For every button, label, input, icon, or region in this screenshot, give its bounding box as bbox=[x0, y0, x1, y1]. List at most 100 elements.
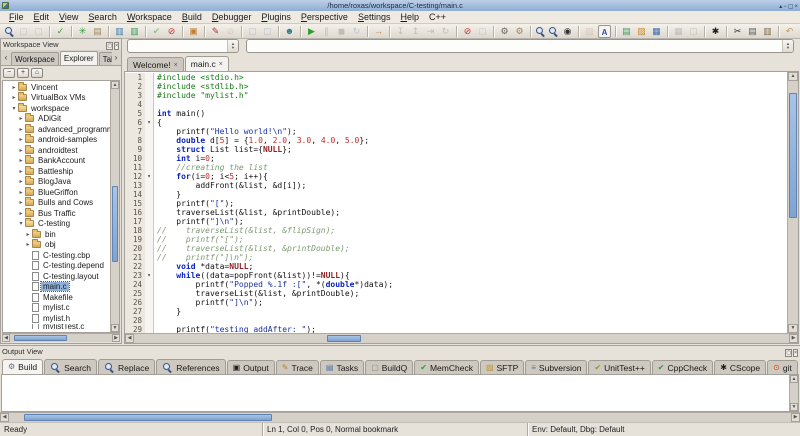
combo-stepper-icon[interactable]: ▲▼ bbox=[782, 40, 793, 52]
menu-workspace[interactable]: Workspace bbox=[122, 12, 177, 22]
output-horizontal-scrollbar[interactable]: ◀ ▶ bbox=[0, 412, 800, 422]
shade-button[interactable]: ▴ bbox=[779, 4, 782, 10]
debug-person-icon[interactable]: ☻ bbox=[283, 25, 296, 38]
tree-item-vincent[interactable]: ▸Vincent bbox=[3, 82, 110, 93]
tree-item-c-testing-layout[interactable]: C-testing.layout bbox=[3, 271, 110, 282]
tree-item-androidtest[interactable]: ▸androidtest bbox=[3, 145, 110, 156]
new-file-icon[interactable]: ▤ bbox=[620, 25, 633, 38]
expand-button[interactable]: + bbox=[17, 68, 29, 78]
output-tab-sftp[interactable]: ▨SFTP bbox=[480, 360, 524, 374]
stop-icon[interactable]: ⊘ bbox=[224, 25, 237, 38]
tool-gear2-icon[interactable]: ⚙ bbox=[513, 25, 526, 38]
debugging-windows-icon[interactable]: ▢ bbox=[476, 25, 489, 38]
step-out-icon[interactable]: ↥ bbox=[409, 25, 422, 38]
scroll-thumb[interactable] bbox=[327, 335, 361, 342]
close-button[interactable]: × bbox=[793, 349, 798, 357]
toolbar-combo-small[interactable]: ▲▼ bbox=[127, 39, 239, 53]
pause-icon[interactable]: ∥ bbox=[320, 25, 333, 38]
menu-edit[interactable]: Edit bbox=[29, 12, 55, 22]
copy-icon[interactable]: ▤ bbox=[746, 25, 759, 38]
float-button[interactable]: ▢ bbox=[106, 42, 113, 50]
output-tab-subversion[interactable]: ≡Subversion bbox=[525, 360, 587, 374]
scroll-thumb[interactable] bbox=[24, 414, 272, 421]
close-tab-icon[interactable]: × bbox=[174, 62, 178, 69]
thesaurus-icon[interactable]: ✳ bbox=[76, 25, 89, 38]
maximize-button[interactable]: ▢ bbox=[788, 4, 794, 10]
highlight-occurrences-icon[interactable]: ▢ bbox=[32, 25, 45, 38]
output-tab-replace[interactable]: Replace bbox=[98, 359, 155, 374]
scroll-thumb[interactable] bbox=[112, 186, 118, 261]
paste-icon[interactable]: ▥ bbox=[761, 25, 774, 38]
expander-right-icon[interactable]: ▸ bbox=[24, 231, 32, 238]
tree-item-adigit[interactable]: ▸ADiGit bbox=[3, 114, 110, 125]
close-button[interactable]: × bbox=[114, 42, 119, 50]
properties-icon[interactable]: ▥ bbox=[128, 25, 141, 38]
tree-item-c-testing-cbp[interactable]: C-testing.cbp bbox=[3, 250, 110, 261]
close-tab-icon[interactable]: × bbox=[219, 61, 223, 68]
menu-build[interactable]: Build bbox=[177, 12, 207, 22]
scroll-up-icon[interactable]: ▲ bbox=[790, 375, 798, 383]
menu-plugins[interactable]: Plugins bbox=[256, 12, 296, 22]
output-tab-buildq[interactable]: ▢BuildQ bbox=[365, 360, 413, 374]
expander-right-icon[interactable]: ▸ bbox=[17, 126, 25, 133]
close-all-icon[interactable]: ✱ bbox=[709, 25, 722, 38]
tree-item-bankaccount[interactable]: ▸BankAccount bbox=[3, 156, 110, 167]
tree-item-bin[interactable]: ▸bin bbox=[3, 229, 110, 240]
close-file-icon[interactable]: ▢ bbox=[687, 25, 700, 38]
expander-right-icon[interactable]: ▸ bbox=[17, 168, 25, 175]
expander-down-icon[interactable]: ▾ bbox=[17, 220, 25, 227]
open-file-icon[interactable]: ▨ bbox=[635, 25, 648, 38]
expander-right-icon[interactable]: ▸ bbox=[10, 84, 18, 91]
find-in-files-icon[interactable]: ◉ bbox=[561, 25, 574, 38]
output-tab-memcheck[interactable]: ✔MemCheck bbox=[414, 360, 479, 374]
menu-help[interactable]: Help bbox=[396, 12, 425, 22]
scroll-thumb[interactable] bbox=[789, 93, 797, 218]
tab-scroll-right-icon[interactable]: › bbox=[112, 51, 120, 65]
tree-item-workspace[interactable]: ▾workspace bbox=[3, 103, 110, 114]
expander-right-icon[interactable]: ▸ bbox=[17, 157, 25, 164]
menu-view[interactable]: View bbox=[54, 12, 83, 22]
tree-horizontal-scrollbar[interactable]: ◀ ▶ bbox=[2, 333, 120, 342]
stamp-icon[interactable]: ▤ bbox=[91, 25, 104, 38]
collapse-button[interactable]: − bbox=[3, 68, 15, 78]
menu-settings[interactable]: Settings bbox=[353, 12, 396, 22]
expander-right-icon[interactable]: ▸ bbox=[17, 147, 25, 154]
goto-file-icon[interactable]: ▨ bbox=[583, 25, 596, 38]
output-tab-trace[interactable]: ✎Trace bbox=[276, 360, 319, 374]
tree-item-mylist-h[interactable]: mylist.h bbox=[3, 313, 110, 324]
expander-right-icon[interactable]: ▸ bbox=[10, 94, 18, 101]
tree-item-bus-traffic[interactable]: ▸Bus Traffic bbox=[3, 208, 110, 219]
editor-horizontal-scrollbar[interactable]: ◀ ▶ bbox=[125, 333, 798, 343]
save-all-icon[interactable]: ▦ bbox=[672, 25, 685, 38]
tree-item-c-testing-depend[interactable]: C-testing.depend bbox=[3, 261, 110, 272]
step-instruction-icon[interactable]: ↻ bbox=[439, 25, 452, 38]
expander-down-icon[interactable]: ▾ bbox=[10, 105, 18, 112]
output-tab-unittest[interactable]: ✔UnitTest++ bbox=[588, 360, 650, 374]
output-vertical-scrollbar[interactable]: ▲ ▼ bbox=[789, 375, 798, 411]
run-to-cursor-icon[interactable]: ↻ bbox=[350, 25, 363, 38]
tree-item-advanced-programming[interactable]: ▸advanced_programming bbox=[3, 124, 110, 135]
output-tab-tasks[interactable]: ▤Tasks bbox=[320, 360, 364, 374]
find-replace-icon[interactable] bbox=[548, 26, 559, 37]
expander-right-icon[interactable]: ▸ bbox=[17, 136, 25, 143]
debug-window2-icon[interactable]: ▢ bbox=[261, 25, 274, 38]
expander-right-icon[interactable]: ▸ bbox=[17, 115, 25, 122]
tree-item-mylist-c[interactable]: mylist.c bbox=[3, 303, 110, 314]
scroll-left-icon[interactable]: ◀ bbox=[125, 334, 134, 343]
cut-icon[interactable]: ✂ bbox=[731, 25, 744, 38]
output-tab-cscope[interactable]: ✱CScope bbox=[714, 360, 766, 374]
find-icon[interactable] bbox=[535, 26, 546, 37]
fold-marker-icon[interactable]: ▾ bbox=[145, 271, 154, 280]
menu-debugger[interactable]: Debugger bbox=[207, 12, 257, 22]
scroll-up-icon[interactable]: ▲ bbox=[111, 81, 119, 89]
toolbar-combo-large[interactable]: ▲▼ bbox=[246, 39, 794, 53]
output-tab-git[interactable]: ⊙git bbox=[767, 360, 798, 374]
scroll-right-icon[interactable]: ▶ bbox=[112, 334, 120, 342]
next-line-icon[interactable]: → bbox=[372, 25, 385, 38]
save-icon[interactable]: ▦ bbox=[650, 25, 663, 38]
expander-right-icon[interactable]: ▸ bbox=[17, 189, 25, 196]
scroll-left-icon[interactable]: ◀ bbox=[0, 413, 9, 422]
editor-vertical-scrollbar[interactable]: ▲ ▼ bbox=[787, 72, 798, 333]
expander-right-icon[interactable]: ▸ bbox=[17, 199, 25, 206]
output-tab-cppcheck[interactable]: ✔CppCheck bbox=[652, 360, 713, 374]
